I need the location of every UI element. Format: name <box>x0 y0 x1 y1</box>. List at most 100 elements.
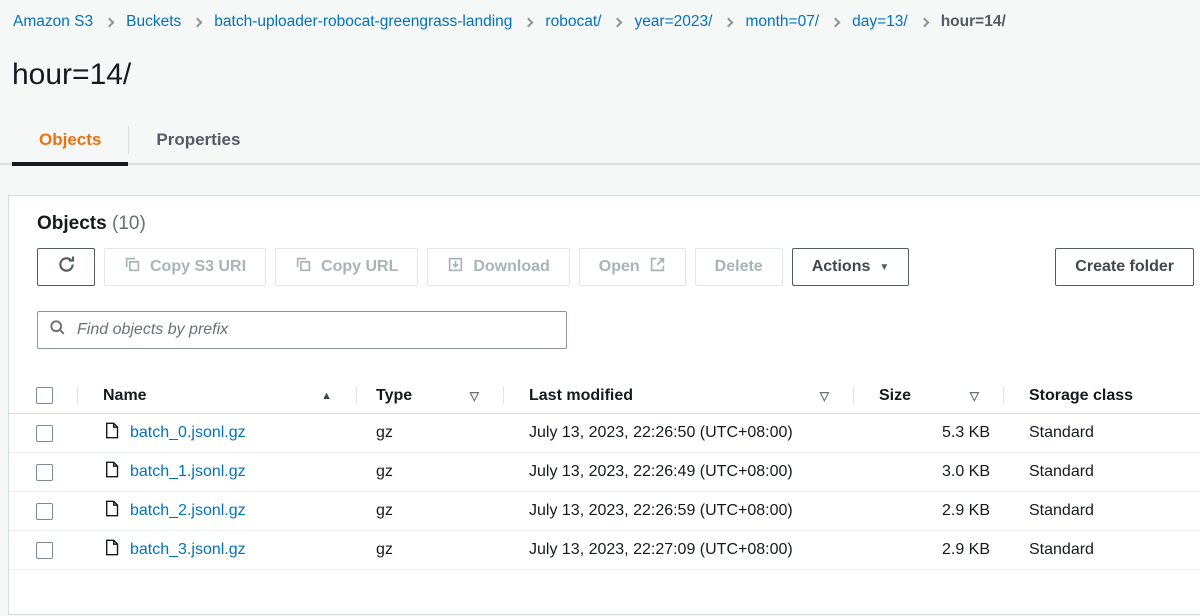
cell-size: 5.3 KB <box>853 424 1003 442</box>
breadcrumb-link[interactable]: Amazon S3 <box>13 13 93 31</box>
download-button[interactable]: Download <box>427 248 569 286</box>
column-header-name[interactable]: Name ▲ <box>77 378 356 413</box>
tab-objects[interactable]: Objects <box>12 119 128 163</box>
breadcrumb: Amazon S3 Buckets batch-uploader-robocat-g… <box>0 0 1200 31</box>
cell-storage-class: Standard <box>1003 463 1200 481</box>
file-icon <box>105 500 119 522</box>
breadcrumb-chevron-icon <box>105 17 115 27</box>
search-icon <box>49 319 66 341</box>
objects-table: Name ▲ Type ▽ Last modified ▽ Size ▽ Sto… <box>9 378 1200 570</box>
open-button[interactable]: Open <box>579 248 686 286</box>
breadcrumb-link[interactable]: day=13/ <box>852 13 908 31</box>
cell-last-modified: July 13, 2023, 22:27:09 (UTC+08:00) <box>503 541 853 559</box>
sort-ascending-icon[interactable]: ▲ <box>321 390 332 402</box>
header-checkbox-cell <box>9 378 77 413</box>
cell-size: 3.0 KB <box>853 463 1003 481</box>
row-checkbox-cell <box>9 414 77 452</box>
cell-type: gz <box>356 502 503 520</box>
cell-type: gz <box>356 541 503 559</box>
create-folder-button[interactable]: Create folder <box>1055 248 1194 286</box>
cell-name: batch_0.jsonl.gz <box>77 422 356 444</box>
sort-icon[interactable]: ▽ <box>820 389 829 403</box>
cell-last-modified: July 13, 2023, 22:26:50 (UTC+08:00) <box>503 424 853 442</box>
search-row <box>9 286 1200 349</box>
object-name-link[interactable]: batch_2.jsonl.gz <box>130 502 246 520</box>
file-icon <box>105 539 119 561</box>
row-checkbox-cell <box>9 492 77 530</box>
sort-icon[interactable]: ▽ <box>970 389 979 403</box>
refresh-icon <box>57 255 76 279</box>
breadcrumb-chevron-icon <box>193 17 203 27</box>
breadcrumb-link[interactable]: year=2023/ <box>634 13 712 31</box>
row-checkbox[interactable] <box>36 425 53 442</box>
cell-name: batch_3.jsonl.gz <box>77 539 356 561</box>
tab-properties[interactable]: Properties <box>129 119 267 163</box>
breadcrumb-chevron-icon <box>831 17 841 27</box>
table-row: batch_2.jsonl.gz gz July 13, 2023, 22:26… <box>9 492 1200 531</box>
breadcrumb-link[interactable]: robocat/ <box>545 13 601 31</box>
table-header: Name ▲ Type ▽ Last modified ▽ Size ▽ Sto… <box>9 378 1200 414</box>
select-all-checkbox[interactable] <box>36 387 53 404</box>
create-folder-label: Create folder <box>1075 258 1174 276</box>
copy-s3-uri-label: Copy S3 URI <box>150 258 246 276</box>
actions-label: Actions <box>812 258 871 276</box>
breadcrumb-link[interactable]: batch-uploader-robocat-greengrass-landin… <box>214 13 512 31</box>
row-checkbox-cell <box>9 531 77 569</box>
row-checkbox-cell <box>9 453 77 491</box>
column-header-last-modified[interactable]: Last modified ▽ <box>503 378 853 413</box>
copy-icon <box>295 256 312 278</box>
page-title: hour=14/ <box>12 58 1200 92</box>
sort-icon[interactable]: ▽ <box>470 389 479 403</box>
cell-size: 2.9 KB <box>853 541 1003 559</box>
search-input[interactable] <box>75 320 555 340</box>
object-name-link[interactable]: batch_3.jsonl.gz <box>130 541 246 559</box>
table-row: batch_3.jsonl.gz gz July 13, 2023, 22:27… <box>9 531 1200 570</box>
search-box <box>37 311 567 349</box>
copy-s3-uri-button[interactable]: Copy S3 URI <box>104 248 266 286</box>
breadcrumb-chevron-icon <box>919 17 929 27</box>
breadcrumb-link[interactable]: Buckets <box>126 13 181 31</box>
cell-last-modified: July 13, 2023, 22:26:59 (UTC+08:00) <box>503 502 853 520</box>
delete-label: Delete <box>715 258 763 276</box>
breadcrumb-chevron-icon <box>524 17 534 27</box>
breadcrumb-chevron-icon <box>724 17 734 27</box>
objects-panel-heading: Objects (10) <box>9 196 1200 235</box>
toolbar: Copy S3 URI Copy URL Download Open Delet… <box>9 235 1200 286</box>
table-row: batch_0.jsonl.gz gz July 13, 2023, 22:26… <box>9 414 1200 453</box>
breadcrumb-link[interactable]: month=07/ <box>745 13 819 31</box>
object-name-link[interactable]: batch_0.jsonl.gz <box>130 424 246 442</box>
objects-count: (10) <box>112 213 146 234</box>
delete-button[interactable]: Delete <box>695 248 783 286</box>
object-name-link[interactable]: batch_1.jsonl.gz <box>130 463 246 481</box>
tab-bar: Objects Properties <box>0 119 1200 165</box>
file-icon <box>105 461 119 483</box>
actions-button[interactable]: Actions ▼ <box>792 248 910 286</box>
row-checkbox[interactable] <box>36 503 53 520</box>
objects-heading: Objects <box>37 213 107 234</box>
cell-type: gz <box>356 424 503 442</box>
cell-name: batch_2.jsonl.gz <box>77 500 356 522</box>
row-checkbox[interactable] <box>36 542 53 559</box>
file-icon <box>105 422 119 444</box>
external-link-icon <box>649 256 666 278</box>
copy-url-label: Copy URL <box>321 258 398 276</box>
column-header-storage-class[interactable]: Storage class <box>1003 378 1200 413</box>
caret-down-icon: ▼ <box>879 262 889 273</box>
download-icon <box>447 256 464 278</box>
row-checkbox[interactable] <box>36 464 53 481</box>
table-body: batch_0.jsonl.gz gz July 13, 2023, 22:26… <box>9 414 1200 570</box>
cell-name: batch_1.jsonl.gz <box>77 461 356 483</box>
table-row: batch_1.jsonl.gz gz July 13, 2023, 22:26… <box>9 453 1200 492</box>
download-label: Download <box>473 258 549 276</box>
column-header-size[interactable]: Size ▽ <box>853 378 1003 413</box>
cell-storage-class: Standard <box>1003 502 1200 520</box>
refresh-button[interactable] <box>37 248 95 286</box>
cell-storage-class: Standard <box>1003 424 1200 442</box>
objects-panel: Objects (10) Copy S3 URI Copy URL Downlo… <box>8 195 1200 615</box>
copy-url-button[interactable]: Copy URL <box>275 248 418 286</box>
open-label: Open <box>599 258 640 276</box>
breadcrumb-current: hour=14/ <box>941 13 1006 31</box>
column-header-type[interactable]: Type ▽ <box>356 378 503 413</box>
cell-type: gz <box>356 463 503 481</box>
breadcrumb-chevron-icon <box>613 17 623 27</box>
